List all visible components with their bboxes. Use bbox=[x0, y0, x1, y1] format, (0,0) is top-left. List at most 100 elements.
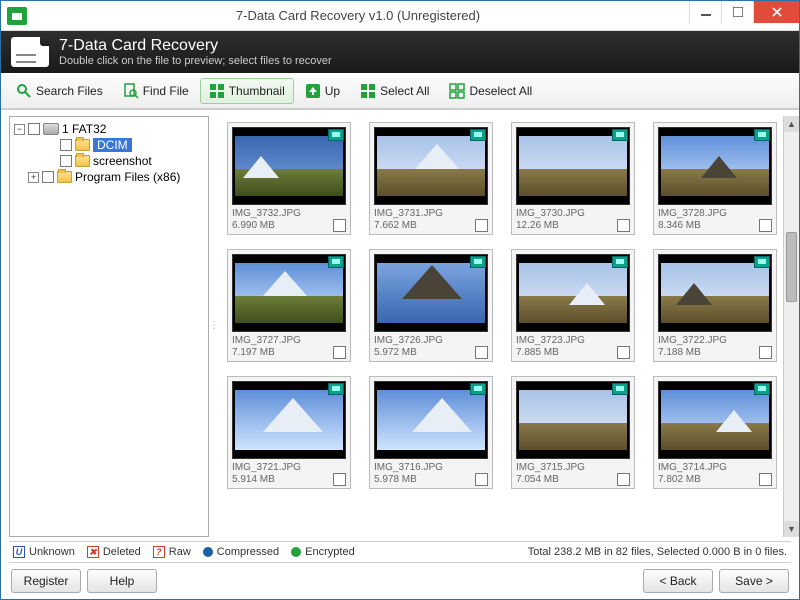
folder-tree[interactable]: − 1 FAT32 DCIM screenshot + bbox=[9, 116, 209, 537]
header-title: 7-Data Card Recovery bbox=[59, 37, 332, 55]
tree-root[interactable]: − 1 FAT32 bbox=[12, 121, 206, 137]
thumbnail-card[interactable]: IMG_3731.JPG7.662 MB bbox=[369, 122, 493, 235]
register-button[interactable]: Register bbox=[11, 569, 81, 593]
file-name: IMG_3728.JPG bbox=[658, 208, 727, 220]
header-subtitle: Double click on the file to preview; sel… bbox=[59, 55, 332, 67]
thumbnail-image[interactable] bbox=[658, 381, 772, 459]
scroll-track[interactable] bbox=[784, 132, 799, 521]
tree-item-program-files[interactable]: + Program Files (x86) bbox=[12, 169, 206, 185]
thumbnail-image[interactable] bbox=[232, 254, 346, 332]
thumbnail-card[interactable]: IMG_3722.JPG7.188 MB bbox=[653, 249, 777, 362]
thumbnail-image[interactable] bbox=[658, 127, 772, 205]
thumbnail-grid: IMG_3732.JPG6.990 MBIMG_3731.JPG7.662 MB… bbox=[217, 116, 783, 537]
file-name: IMG_3715.JPG bbox=[516, 462, 585, 474]
scroll-thumb[interactable] bbox=[786, 232, 797, 302]
scrollbar[interactable]: ▲ ▼ bbox=[783, 116, 799, 537]
file-size: 7.885 MB bbox=[516, 347, 585, 359]
file-checkbox[interactable] bbox=[759, 346, 772, 359]
image-type-icon bbox=[470, 383, 486, 395]
close-button[interactable] bbox=[753, 1, 799, 23]
thumbnail-image[interactable] bbox=[658, 254, 772, 332]
save-button[interactable]: Save > bbox=[719, 569, 789, 593]
folder-icon bbox=[75, 155, 90, 167]
file-size: 7.662 MB bbox=[374, 220, 443, 232]
scroll-down-icon[interactable]: ▼ bbox=[784, 521, 799, 537]
thumbnail-image[interactable] bbox=[516, 381, 630, 459]
checkbox[interactable] bbox=[28, 123, 40, 135]
thumbnail-card[interactable]: IMG_3714.JPG7.802 MB bbox=[653, 376, 777, 489]
scroll-up-icon[interactable]: ▲ bbox=[784, 116, 799, 132]
expand-icon[interactable]: + bbox=[28, 172, 39, 183]
file-size: 7.054 MB bbox=[516, 474, 585, 486]
thumbnail-image[interactable] bbox=[232, 127, 346, 205]
file-checkbox[interactable] bbox=[475, 219, 488, 232]
file-checkbox[interactable] bbox=[333, 473, 346, 486]
thumbnail-card[interactable]: IMG_3727.JPG7.197 MB bbox=[227, 249, 351, 362]
legend-encrypted: Encrypted bbox=[291, 546, 355, 558]
file-size: 5.978 MB bbox=[374, 474, 443, 486]
checkbox[interactable] bbox=[42, 171, 54, 183]
image-type-icon bbox=[612, 129, 628, 141]
up-button[interactable]: Up bbox=[296, 78, 349, 104]
thumbnail-card[interactable]: IMG_3726.JPG5.972 MB bbox=[369, 249, 493, 362]
file-size: 6.990 MB bbox=[232, 220, 301, 232]
select-all-button[interactable]: Select All bbox=[351, 78, 438, 104]
thumbnail-image[interactable] bbox=[516, 127, 630, 205]
file-checkbox[interactable] bbox=[475, 346, 488, 359]
titlebar: 7-Data Card Recovery v1.0 (Unregistered) bbox=[1, 1, 799, 31]
file-name: IMG_3721.JPG bbox=[232, 462, 301, 474]
file-checkbox[interactable] bbox=[333, 346, 346, 359]
tree-item-dcim[interactable]: DCIM bbox=[12, 137, 206, 153]
thumbnail-card[interactable]: IMG_3721.JPG5.914 MB bbox=[227, 376, 351, 489]
file-name: IMG_3723.JPG bbox=[516, 335, 585, 347]
up-label: Up bbox=[325, 84, 340, 98]
search-files-label: Search Files bbox=[36, 84, 103, 98]
file-size: 8.346 MB bbox=[658, 220, 727, 232]
file-checkbox[interactable] bbox=[617, 473, 630, 486]
maximize-button[interactable] bbox=[721, 1, 753, 23]
thumbnail-card[interactable]: IMG_3723.JPG7.885 MB bbox=[511, 249, 635, 362]
collapse-icon[interactable]: − bbox=[14, 124, 25, 135]
help-button[interactable]: Help bbox=[87, 569, 157, 593]
thumbnail-card[interactable]: IMG_3728.JPG8.346 MB bbox=[653, 122, 777, 235]
status-summary: Total 238.2 MB in 82 files, Selected 0.0… bbox=[528, 546, 787, 558]
thumbnail-card[interactable]: IMG_3716.JPG5.978 MB bbox=[369, 376, 493, 489]
tree-item-label: screenshot bbox=[93, 154, 152, 168]
file-checkbox[interactable] bbox=[333, 219, 346, 232]
file-checkbox[interactable] bbox=[617, 219, 630, 232]
file-checkbox[interactable] bbox=[759, 219, 772, 232]
legend-unknown: UUnknown bbox=[13, 546, 75, 558]
deselect-all-button[interactable]: Deselect All bbox=[440, 78, 541, 104]
image-type-icon bbox=[328, 129, 344, 141]
thumbnail-image[interactable] bbox=[232, 381, 346, 459]
tree-item-screenshot[interactable]: screenshot bbox=[12, 153, 206, 169]
image-type-icon bbox=[328, 383, 344, 395]
tree-item-label: Program Files (x86) bbox=[75, 170, 180, 184]
thumbnail-image[interactable] bbox=[374, 127, 488, 205]
file-checkbox[interactable] bbox=[475, 473, 488, 486]
legend-compressed: Compressed bbox=[203, 546, 279, 558]
checkbox[interactable] bbox=[60, 155, 72, 167]
status-bar: UUnknown ✖Deleted ?Raw Compressed Encryp… bbox=[9, 541, 791, 563]
file-size: 7.197 MB bbox=[232, 347, 301, 359]
file-checkbox[interactable] bbox=[759, 473, 772, 486]
back-button[interactable]: < Back bbox=[643, 569, 713, 593]
image-type-icon bbox=[612, 383, 628, 395]
find-file-label: Find File bbox=[143, 84, 189, 98]
thumbnail-image[interactable] bbox=[516, 254, 630, 332]
window-title: 7-Data Card Recovery v1.0 (Unregistered) bbox=[27, 8, 689, 23]
file-checkbox[interactable] bbox=[617, 346, 630, 359]
thumbnail-button[interactable]: Thumbnail bbox=[200, 78, 294, 104]
minimize-button[interactable] bbox=[689, 1, 721, 23]
thumbnail-card[interactable]: IMG_3732.JPG6.990 MB bbox=[227, 122, 351, 235]
file-name: IMG_3716.JPG bbox=[374, 462, 443, 474]
checkbox[interactable] bbox=[60, 139, 72, 151]
thumbnail-card[interactable]: IMG_3730.JPG12.26 MB bbox=[511, 122, 635, 235]
find-file-button[interactable]: Find File bbox=[114, 78, 198, 104]
file-name: IMG_3714.JPG bbox=[658, 462, 727, 474]
legend-raw: ?Raw bbox=[153, 546, 191, 558]
thumbnail-image[interactable] bbox=[374, 381, 488, 459]
thumbnail-image[interactable] bbox=[374, 254, 488, 332]
search-files-button[interactable]: Search Files bbox=[7, 78, 112, 104]
thumbnail-card[interactable]: IMG_3715.JPG7.054 MB bbox=[511, 376, 635, 489]
